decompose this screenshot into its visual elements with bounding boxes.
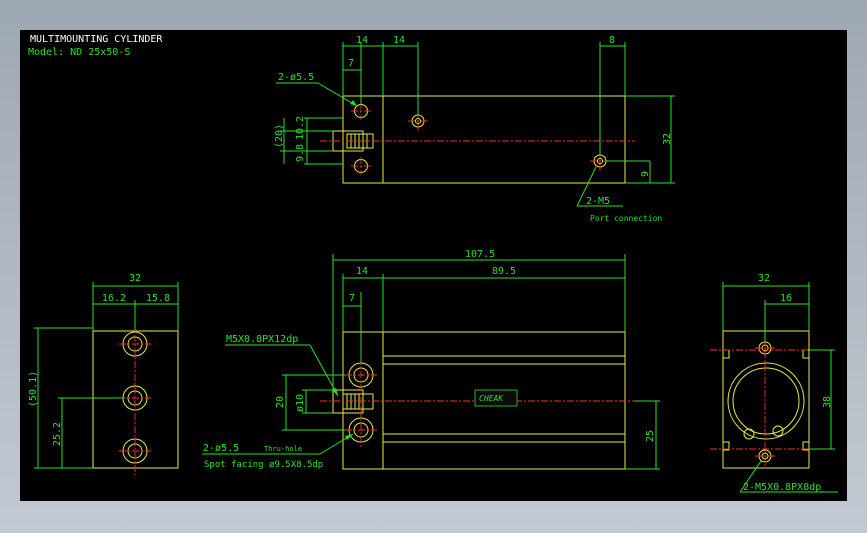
dim-left-15-8: 15.8 xyxy=(146,293,170,304)
dim-front-7: 7 xyxy=(349,293,355,304)
dim-right-38: 38 xyxy=(822,396,833,408)
top-port-note: Port connection xyxy=(590,214,662,223)
dim-top-9-8: 9.8 xyxy=(295,144,306,162)
right-callout: 2-M5X0.8PX8dp xyxy=(743,482,821,493)
front-callout-thread: M5X0.8PX12dp xyxy=(226,334,298,345)
dim-left-50-1: (50.1) xyxy=(28,371,39,407)
dim-right-16: 16 xyxy=(780,293,792,304)
top-callout-hole: 2-ø5.5 xyxy=(278,72,314,83)
window-frame: MULTIMOUNTING CYLINDER Model: ND 25x50-S xyxy=(0,0,867,533)
dim-top-20: (20) xyxy=(274,124,285,148)
dim-top-9: 9 xyxy=(640,171,651,177)
drawing-title: MULTIMOUNTING CYLINDER xyxy=(30,34,163,45)
left-body-outline xyxy=(92,330,179,469)
dim-front-phi10: ø10 xyxy=(295,394,306,412)
dim-front-20: 20 xyxy=(275,396,286,408)
dim-front-25: 25 xyxy=(645,430,656,442)
dim-front-107-5: 107.5 xyxy=(465,249,495,260)
right-screw-left xyxy=(743,428,755,440)
dim-left-25-2: 25.2 xyxy=(52,422,63,446)
cad-canvas[interactable]: MULTIMOUNTING CYLINDER Model: ND 25x50-S xyxy=(20,30,847,501)
right-view: 32 16 38 2-M5X0.8PX8dp xyxy=(710,273,838,493)
dim-right-32: 32 xyxy=(758,273,770,284)
front-brand-text: CHEAK xyxy=(479,394,504,403)
dim-front-14: 14 xyxy=(356,266,368,277)
top-callout-port: 2-M5 xyxy=(586,196,610,207)
dim-front-89-5: 89.5 xyxy=(492,266,516,277)
model-label: Model: ND 25x50-S xyxy=(28,47,130,58)
right-screw-right xyxy=(772,425,784,437)
front-view: CHEAK 107.5 14 89.5 7 20 ø10 25 M5X0.8PX… xyxy=(202,249,660,470)
dim-left-32: 32 xyxy=(129,273,141,284)
dim-top-8: 8 xyxy=(609,35,615,46)
top-view: 14 14 7 8 (20) 10.2 9.8 32 9 2-ø5.5 2-M5 xyxy=(274,35,675,223)
right-slots xyxy=(723,349,809,451)
dim-left-16-2: 16.2 xyxy=(102,293,126,304)
front-spot-facing: Spot facing ø9.5X8.5dp xyxy=(204,460,323,470)
dim-top-10-2: 10.2 xyxy=(295,116,306,140)
dim-top-32: 32 xyxy=(662,133,673,145)
left-view: 32 16.2 15.8 (50.1) 25.2 xyxy=(28,273,179,475)
front-callout-hole: 2-ø5.5 xyxy=(203,443,239,454)
dim-top-7: 7 xyxy=(348,58,354,69)
right-body-outline xyxy=(722,330,810,469)
dim-top-14b: 14 xyxy=(393,35,405,46)
right-bore-inner xyxy=(732,367,800,435)
dim-top-14a: 14 xyxy=(356,35,368,46)
drawing: MULTIMOUNTING CYLINDER Model: ND 25x50-S xyxy=(28,34,838,493)
front-callout-hole-note: Thru-hole xyxy=(264,445,302,453)
right-bore-outer xyxy=(727,362,805,440)
top-body-outline xyxy=(342,95,626,184)
front-rail-lower xyxy=(382,433,626,443)
front-rail-upper xyxy=(382,355,626,365)
